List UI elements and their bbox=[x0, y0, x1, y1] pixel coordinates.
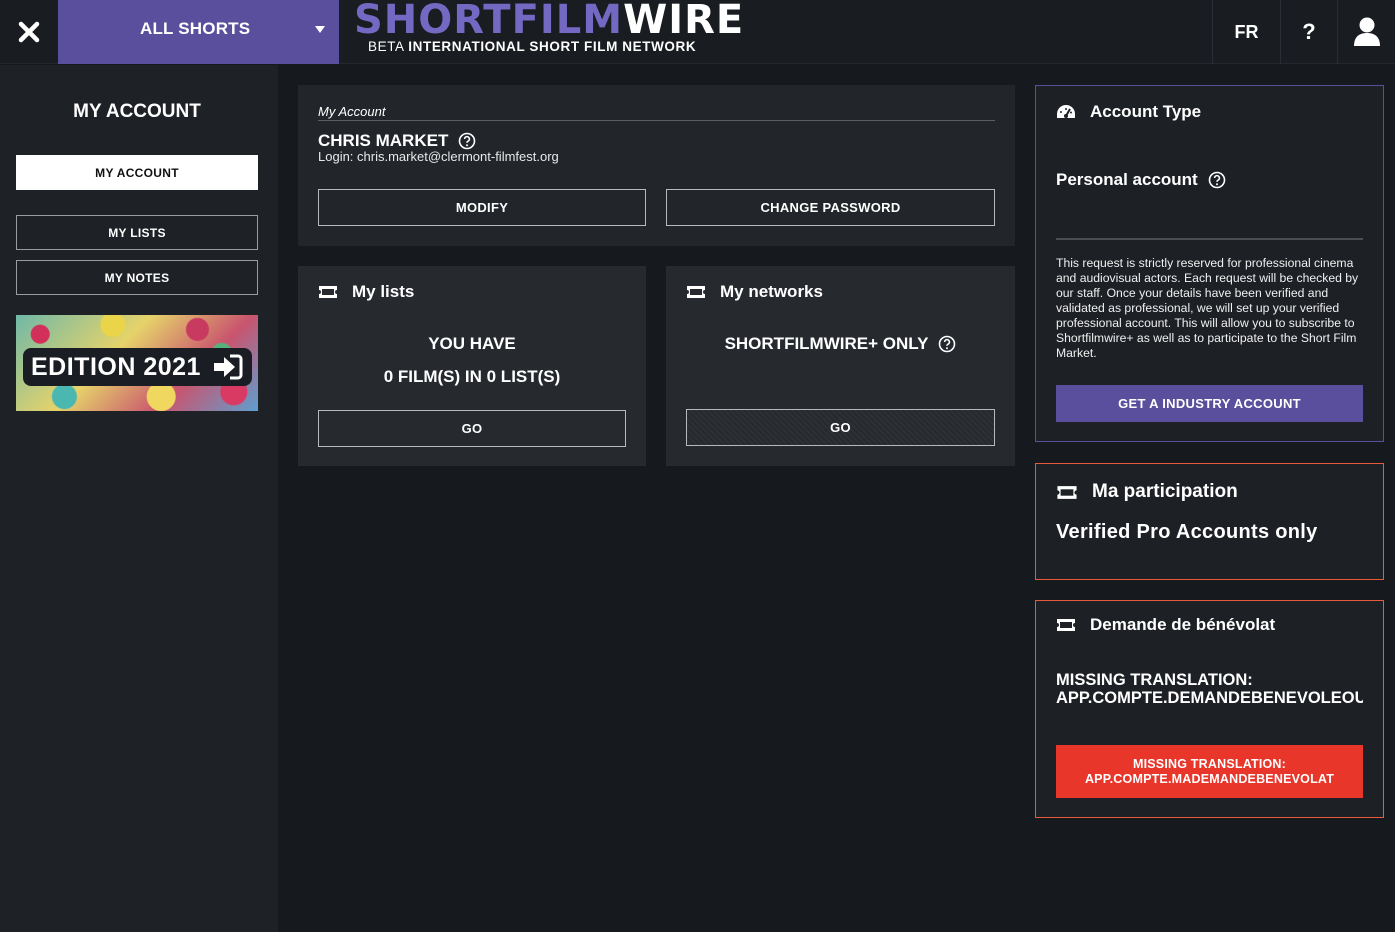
volunteer-button-line2: APP.COMPTE.MADEMANDEBENEVOLAT bbox=[1084, 771, 1335, 786]
edition-banner[interactable]: EDITION 2021 bbox=[16, 315, 258, 411]
close-icon bbox=[18, 21, 40, 43]
participation-card: Ma participation Verified Pro Accounts o… bbox=[1035, 463, 1384, 580]
edition-banner-text: EDITION 2021 bbox=[31, 352, 201, 381]
participation-title-row: Ma participation bbox=[1056, 481, 1238, 503]
ticket-icon bbox=[1057, 485, 1077, 499]
volunteer-button-line1: MISSING TRANSLATION: bbox=[1132, 756, 1287, 771]
sidebar-item-my-lists[interactable]: MY LISTS bbox=[16, 215, 258, 250]
ticket-icon bbox=[687, 286, 705, 298]
volunteer-title-row: Demande de bénévolat bbox=[1056, 615, 1275, 635]
account-type-card: Account Type Personal account This reque… bbox=[1035, 85, 1384, 442]
top-bar: ALL SHORTS SHORTFILMWIRE BETA INTERNATIO… bbox=[0, 0, 1395, 64]
account-type-description: This request is strictly reserved for pr… bbox=[1056, 256, 1359, 360]
volunteer-request-card: Demande de bénévolat MISSING TRANSLATION… bbox=[1035, 600, 1384, 818]
volunteer-title: Demande de bénévolat bbox=[1090, 615, 1276, 634]
account-type-title-row: Account Type bbox=[1056, 102, 1201, 122]
help-circle-icon[interactable] bbox=[458, 132, 476, 150]
my-lists-count: 0 FILM(S) IN 0 LIST(S) bbox=[383, 367, 561, 386]
modify-button[interactable]: MODIFY bbox=[318, 189, 646, 226]
breadcrumb: My Account bbox=[318, 104, 386, 119]
account-type-title: Account Type bbox=[1090, 102, 1202, 121]
sidebar-item-label: MY NOTES bbox=[104, 270, 170, 285]
modify-button-label: MODIFY bbox=[455, 200, 509, 215]
sidebar: MY ACCOUNT MY ACCOUNT MY LISTS MY NOTES … bbox=[0, 65, 278, 932]
account-login: Login: chris.market@clermont-filmfest.or… bbox=[318, 149, 559, 164]
change-password-button[interactable]: CHANGE PASSWORD bbox=[666, 189, 995, 226]
sidebar-item-my-notes[interactable]: MY NOTES bbox=[16, 260, 258, 295]
help-circle-icon[interactable] bbox=[1208, 171, 1226, 189]
my-networks-text-row: SHORTFILMWIRE+ ONLY bbox=[666, 334, 1015, 354]
gauge-icon bbox=[1057, 105, 1075, 118]
close-button[interactable] bbox=[0, 0, 58, 64]
missing-translation-line2: APP.COMPTE.DEMANDEBENEVOLEOUVERT bbox=[1056, 689, 1363, 707]
go-button-label: GO bbox=[830, 420, 851, 435]
sidebar-item-label: MY LISTS bbox=[108, 225, 166, 240]
my-networks-title: My networks bbox=[720, 282, 823, 301]
chevron-down-icon bbox=[315, 26, 325, 33]
my-networks-go-button[interactable]: GO bbox=[686, 409, 995, 446]
logo-tagline: BETA INTERNATIONAL SHORT FILM NETWORK bbox=[368, 39, 697, 54]
sidebar-item-my-account[interactable]: MY ACCOUNT bbox=[16, 155, 258, 190]
my-lists-card: My lists YOU HAVE 0 FILM(S) IN 0 LIST(S)… bbox=[298, 266, 646, 466]
get-industry-account-button[interactable]: GET A INDUSTRY ACCOUNT bbox=[1056, 385, 1363, 422]
change-password-button-label: CHANGE PASSWORD bbox=[760, 200, 901, 215]
account-name: CHRIS MARKET bbox=[318, 131, 449, 150]
participation-text: Verified Pro Accounts only bbox=[1056, 521, 1318, 543]
language-switch-button[interactable]: FR bbox=[1212, 0, 1280, 64]
my-networks-title-row: My networks bbox=[686, 282, 823, 302]
category-dropdown[interactable]: ALL SHORTS bbox=[58, 0, 339, 64]
my-networks-card: My networks SHORTFILMWIRE+ ONLY GO bbox=[666, 266, 1015, 466]
divider bbox=[318, 120, 995, 121]
help-icon: ? bbox=[1302, 19, 1316, 44]
go-button-label: GO bbox=[461, 421, 483, 436]
account-type-value-row: Personal account bbox=[1056, 170, 1226, 190]
account-name-row: CHRIS MARKET bbox=[318, 131, 476, 151]
ticket-icon bbox=[1057, 619, 1075, 631]
volunteer-request-button[interactable]: MISSING TRANSLATION: APP.COMPTE.MADEMAND… bbox=[1056, 745, 1363, 798]
language-label: FR bbox=[1234, 21, 1259, 42]
ticket-icon bbox=[319, 286, 337, 298]
my-lists-title-row: My lists bbox=[318, 282, 414, 302]
help-circle-icon[interactable] bbox=[938, 335, 956, 353]
enter-arrow-icon bbox=[214, 354, 243, 380]
participation-title: Ma participation bbox=[1092, 481, 1238, 502]
missing-translation-line1: MISSING TRANSLATION: bbox=[1056, 671, 1253, 689]
user-menu-button[interactable] bbox=[1337, 0, 1395, 64]
logo-wordmark: SHORTFILMWIRE bbox=[354, 0, 745, 43]
account-type-value: Personal account bbox=[1056, 170, 1198, 189]
volunteer-missing-text: MISSING TRANSLATION: APP.COMPTE.DEMANDEB… bbox=[1056, 671, 1363, 707]
user-icon bbox=[1353, 17, 1380, 46]
sidebar-item-label: MY ACCOUNT bbox=[95, 165, 179, 180]
shortfilmwire-logo[interactable]: SHORTFILMWIRE BETA INTERNATIONAL SHORT F… bbox=[354, 0, 743, 64]
divider bbox=[1056, 238, 1363, 240]
my-lists-line1: YOU HAVE bbox=[428, 334, 516, 353]
my-lists-title: My lists bbox=[352, 282, 415, 301]
my-lists-go-button[interactable]: GO bbox=[318, 410, 626, 447]
category-dropdown-label: ALL SHORTS bbox=[140, 19, 251, 38]
get-industry-account-label: GET A INDUSTRY ACCOUNT bbox=[1118, 396, 1301, 411]
my-networks-text: SHORTFILMWIRE+ ONLY bbox=[724, 334, 929, 353]
edition-banner-pill: EDITION 2021 bbox=[23, 348, 252, 386]
help-button[interactable]: ? bbox=[1280, 0, 1337, 64]
sidebar-title: MY ACCOUNT bbox=[73, 101, 201, 122]
my-account-panel: My Account CHRIS MARKET Login: chris.mar… bbox=[298, 85, 1015, 246]
